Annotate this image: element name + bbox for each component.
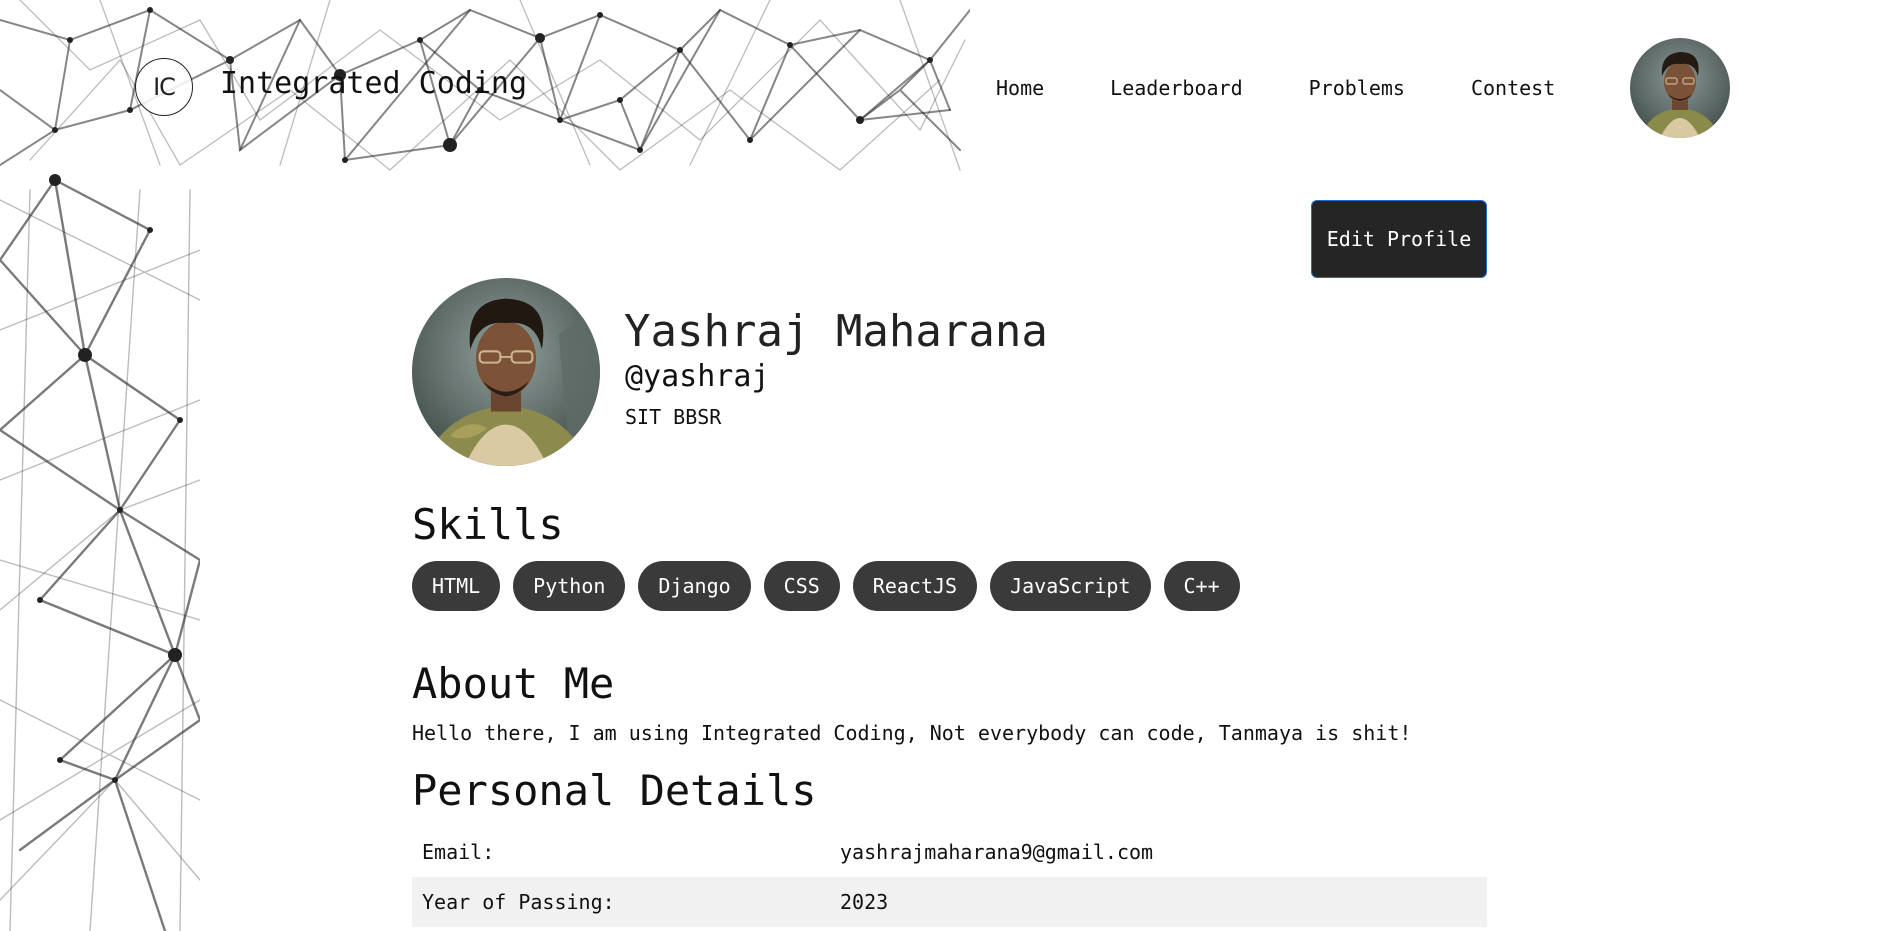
skills-list: HTML Python Django CSS ReactJS JavaScrip…	[412, 561, 1253, 611]
email-value: yashrajmaharana9@gmail.com	[840, 840, 1154, 864]
table-row: Year of Passing: 2023	[412, 877, 1487, 927]
profile-avatar	[412, 278, 600, 466]
personal-details-table: Email: yashrajmaharana9@gmail.com Year o…	[412, 827, 1487, 927]
profile-college: SIT BBSR	[625, 405, 722, 429]
year-of-passing-label: Year of Passing:	[412, 877, 840, 927]
profile-content: Edit Profile Yashraj Maharana @yashraj S…	[0, 0, 1900, 931]
skill-chip: HTML	[412, 561, 501, 611]
skill-chip: CSS	[763, 561, 840, 611]
skill-chip: ReactJS	[852, 561, 978, 611]
skill-chip: C++	[1163, 561, 1240, 611]
personal-details-heading: Personal Details	[412, 766, 817, 815]
about-heading: About Me	[412, 659, 615, 708]
profile-handle: @yashraj	[625, 359, 770, 394]
skills-heading: Skills	[412, 500, 564, 549]
skill-chip: Django	[638, 561, 751, 611]
profile-page: IC Integrated Coding Home Leaderboard Pr…	[0, 0, 1900, 931]
year-of-passing-value: 2023	[840, 877, 1487, 927]
about-text: Hello there, I am using Integrated Codin…	[412, 721, 1412, 745]
table-row: Email: yashrajmaharana9@gmail.com	[412, 827, 1487, 877]
edit-profile-button[interactable]: Edit Profile	[1311, 200, 1487, 278]
email-label: Email:	[422, 840, 495, 864]
skill-chip: JavaScript	[990, 561, 1151, 611]
skill-chip: Python	[513, 561, 626, 611]
profile-name: Yashraj Maharana	[624, 306, 1048, 357]
profile-photo	[412, 278, 600, 466]
